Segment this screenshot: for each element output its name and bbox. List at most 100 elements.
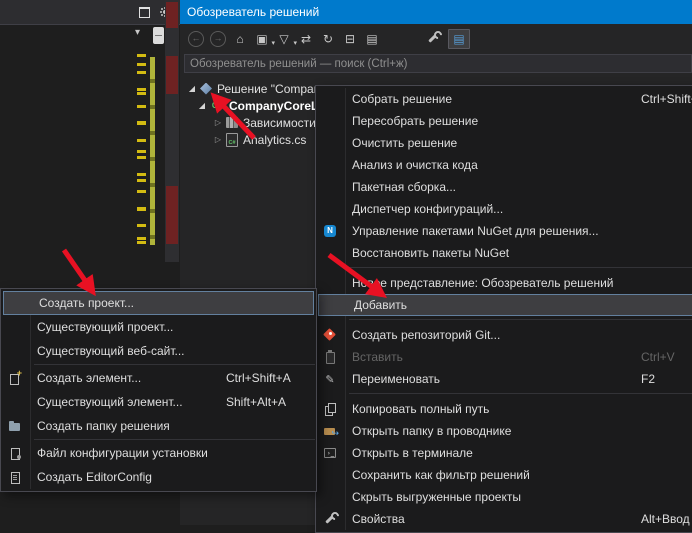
menu-item-copy-full-path[interactable]: Копировать полный путь — [316, 398, 692, 420]
modified-lines-marks — [137, 54, 146, 248]
chevron-down-icon[interactable] — [135, 27, 140, 38]
menu-item-build-solution[interactable]: Собрать решениеCtrl+Shift+B — [316, 88, 692, 110]
menu-item-rename[interactable]: ПереименоватьF2 — [316, 368, 692, 390]
menu-separator — [34, 439, 315, 440]
menu-item-save-as-solution-filter[interactable]: Сохранить как фильтр решений — [316, 464, 692, 486]
menu-item-existing-web-site[interactable]: Существующий веб-сайт... — [1, 339, 316, 363]
preview-selected-items-icon[interactable]: ▤ — [448, 29, 470, 49]
menu-item-label: Скрыть выгруженные проекты — [352, 490, 521, 504]
paste-icon — [323, 350, 337, 364]
menu-item-hide-unloaded-projects[interactable]: Скрыть выгруженные проекты — [316, 486, 692, 508]
solution-icon — [200, 83, 212, 95]
menu-item-batch-build[interactable]: Пакетная сборка... — [316, 176, 692, 198]
menu-item-rebuild-solution[interactable]: Пересобрать решение — [316, 110, 692, 132]
expander-icon[interactable]: ▷ — [212, 136, 224, 144]
add-submenu: Создать проект... Существующий проект... С… — [0, 288, 317, 492]
menu-item-label: Очистить решение — [352, 136, 457, 150]
menu-item-label: Открыть в терминале — [352, 446, 473, 460]
menu-item-label: Восстановить пакеты NuGet — [352, 246, 509, 260]
csharp-file-icon — [226, 133, 238, 147]
menu-item-label: Существующий элемент... — [37, 395, 183, 409]
menu-separator — [349, 267, 692, 268]
menu-item-new-editorconfig[interactable]: Создать EditorConfig — [1, 465, 316, 489]
wrench-icon — [323, 512, 337, 526]
menu-item-clean-solution[interactable]: Очистить решение — [316, 132, 692, 154]
menu-item-new-item[interactable]: Создать элемент...Ctrl+Shift+A — [1, 366, 316, 390]
split-handle-icon[interactable] — [153, 27, 164, 44]
nuget-icon — [323, 224, 337, 238]
menu-item-analyze-and-code-cleanup[interactable]: Анализ и очистка кода — [316, 154, 692, 176]
home-icon[interactable]: ⌂ — [232, 31, 248, 47]
menu-item-label: Управление пакетами NuGet для решения... — [352, 224, 599, 238]
expander-icon[interactable]: ◢ — [186, 85, 198, 93]
copy-path-icon — [323, 402, 337, 416]
tree-item-label: Зависимости — [243, 116, 316, 130]
menu-item-label: Диспетчер конфигураций... — [352, 202, 503, 216]
menu-item-manage-nuget-packages[interactable]: Управление пакетами NuGet для решения... — [316, 220, 692, 242]
menu-item-label: Сохранить как фильтр решений — [352, 468, 530, 482]
menu-item-restore-nuget-packages[interactable]: Восстановить пакеты NuGet — [316, 242, 692, 264]
menu-separator — [349, 319, 692, 320]
rename-icon — [323, 372, 337, 386]
sync-with-active-document-icon[interactable]: ⇄ — [298, 31, 314, 47]
menu-item-add[interactable]: Добавить▶ — [318, 294, 692, 316]
menu-item-label: Переименовать — [352, 372, 440, 386]
editor-scrollbar[interactable] — [165, 0, 179, 262]
menu-item-label: Новое представление: Обозреватель решени… — [352, 276, 613, 290]
menu-item-label: Создать EditorConfig — [37, 470, 152, 484]
editor-topbar — [0, 0, 180, 25]
menu-item-existing-project[interactable]: Существующий проект... — [1, 315, 316, 339]
menu-item-create-git-repository[interactable]: Создать репозиторий Git... — [316, 324, 692, 346]
git-icon — [323, 328, 337, 342]
forward-icon[interactable]: → — [210, 31, 226, 47]
show-all-files-icon[interactable]: ▤ — [364, 31, 380, 47]
switch-views-icon[interactable]: ▣ — [254, 31, 270, 47]
menu-item-label: Вставить — [352, 350, 403, 364]
error-mark — [166, 186, 178, 244]
menu-item-existing-item[interactable]: Существующий элемент... Shift+Alt+A — [1, 390, 316, 414]
menu-item-label: Копировать полный путь — [352, 402, 489, 416]
change-tracking-strip — [150, 57, 155, 245]
expander-icon[interactable]: ▷ — [212, 119, 224, 127]
menu-item-shortcut: Alt+Ввод — [641, 512, 690, 526]
back-icon[interactable]: ← — [188, 31, 204, 47]
tree-item-label: Решение "Compan — [217, 82, 320, 96]
restore-window-icon[interactable] — [139, 7, 150, 18]
menu-item-new-project[interactable]: Создать проект... — [3, 291, 314, 315]
expander-icon[interactable]: ◢ — [196, 102, 208, 110]
menu-item-label: Создать репозиторий Git... — [352, 328, 500, 342]
search-input[interactable]: Обозреватель решений — поиск (Ctrl+ж) — [184, 54, 692, 73]
menu-item-configuration-manager[interactable]: Диспетчер конфигураций... — [316, 198, 692, 220]
menu-item-label: Пакетная сборка... — [352, 180, 456, 194]
refresh-icon[interactable]: ↻ — [320, 31, 336, 47]
new-item-icon — [8, 371, 22, 385]
menu-item-open-folder-in-explorer[interactable]: Открыть папку в проводнике — [316, 420, 692, 442]
panel-titlebar[interactable]: Обозреватель решений — [180, 0, 692, 24]
menu-item-open-in-terminal[interactable]: Открыть в терминале — [316, 442, 692, 464]
menu-item-label: Существующий проект... — [37, 320, 173, 334]
menu-item-label: Добавить — [354, 298, 407, 312]
tree-item-label: CompanyCoreL — [229, 99, 318, 113]
collapse-all-icon[interactable]: ⊟ — [342, 31, 358, 47]
editorconfig-icon — [8, 470, 22, 484]
menu-item-paste[interactable]: Вставить Ctrl+V — [316, 346, 692, 368]
solution-context-menu: Собрать решениеCtrl+Shift+B Пересобрать р… — [315, 85, 692, 533]
menu-item-installation-configuration-file[interactable]: Файл конфигурации установки — [1, 441, 316, 465]
menu-item-shortcut: Shift+Alt+A — [226, 395, 286, 409]
menu-item-new-solution-explorer-view[interactable]: Новое представление: Обозреватель решени… — [316, 272, 692, 294]
dependencies-icon — [226, 117, 238, 128]
properties-icon[interactable] — [426, 31, 442, 47]
csharp-project-icon — [210, 99, 224, 112]
menu-item-label: Пересобрать решение — [352, 114, 478, 128]
menu-item-label: Создать проект... — [39, 296, 134, 310]
panel-title: Обозреватель решений — [187, 5, 319, 19]
pending-changes-filter-icon[interactable]: ▽ — [276, 31, 292, 47]
menu-item-shortcut: Ctrl+V — [641, 350, 675, 364]
tree-item-label: Analytics.cs — [243, 133, 306, 147]
menu-item-properties[interactable]: Свойства Alt+Ввод — [316, 508, 692, 530]
terminal-icon — [323, 446, 337, 460]
error-mark — [166, 56, 178, 94]
search-placeholder: Обозреватель решений — поиск (Ctrl+ж) — [190, 58, 408, 70]
menu-item-label: Свойства — [352, 512, 405, 526]
menu-item-new-solution-folder[interactable]: Создать папку решения — [1, 414, 316, 438]
